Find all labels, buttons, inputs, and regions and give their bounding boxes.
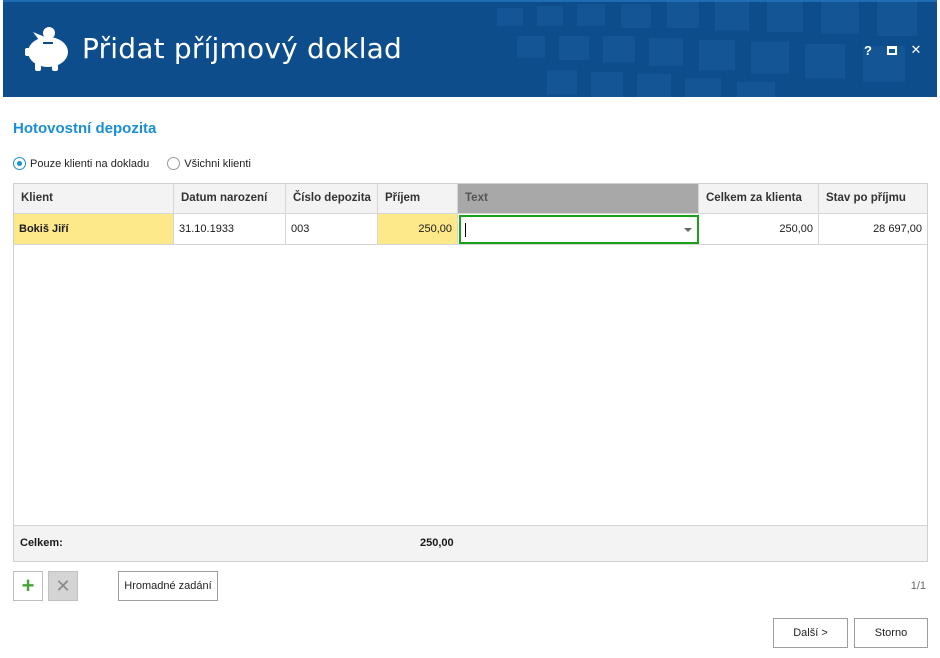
cell-klient[interactable]: Bokiš Jiří — [14, 214, 174, 244]
table-header: Klient Datum narození Číslo depozita Pří… — [14, 184, 927, 214]
column-header-klient[interactable]: Klient — [14, 184, 174, 213]
bulk-entry-button[interactable]: Hromadné zadání — [118, 571, 218, 601]
footer-total-prijem: 250,00 — [420, 537, 454, 549]
maximize-icon — [887, 45, 897, 55]
radio-unselected-icon — [167, 157, 181, 170]
text-combobox-input[interactable] — [459, 215, 699, 244]
radio-label: Pouze klienti na dokladu — [30, 157, 150, 170]
piggy-bank-icon — [25, 27, 68, 71]
deposits-table: Klient Datum narození Číslo depozita Pří… — [13, 183, 928, 562]
close-button[interactable]: ✕ — [909, 42, 923, 58]
column-header-prijem[interactable]: Příjem — [378, 184, 458, 213]
window-header: Přidat příjmový doklad ? ✕ — [3, 0, 937, 97]
radio-only-clients-on-document[interactable]: Pouze klienti na dokladu — [13, 157, 149, 170]
plus-icon: + — [21, 573, 35, 598]
delete-icon: ✕ — [55, 576, 71, 596]
dropdown-arrow-icon[interactable] — [684, 228, 692, 232]
column-header-text[interactable]: Text — [458, 184, 699, 213]
table-footer: Celkem: 250,00 — [14, 525, 927, 561]
next-button[interactable]: Další > — [773, 618, 848, 648]
column-header-cislo[interactable]: Číslo depozita — [286, 184, 378, 213]
section-title: Hotovostní depozita — [13, 120, 157, 137]
client-filter: Pouze klienti na dokladu Všichni klienti — [13, 157, 251, 170]
radio-selected-icon — [13, 157, 26, 170]
column-header-celkem[interactable]: Celkem za klienta — [699, 184, 819, 213]
footer-total-label: Celkem: — [20, 537, 63, 549]
radio-label: Všichni klienti — [184, 157, 251, 170]
column-header-datum[interactable]: Datum narození — [174, 184, 286, 213]
cell-cislo[interactable]: 003 — [286, 214, 378, 244]
cell-prijem[interactable]: 250,00 — [378, 214, 458, 244]
column-header-stav[interactable]: Stav po příjmu — [819, 184, 927, 213]
header-pattern — [497, 2, 917, 97]
cell-datum[interactable]: 31.10.1933 — [174, 214, 286, 244]
maximize-button[interactable] — [885, 42, 899, 58]
page-indicator: 1/1 — [910, 580, 926, 592]
cancel-button[interactable]: Storno — [854, 618, 928, 648]
window-title: Přidat příjmový doklad — [82, 32, 403, 65]
add-row-button[interactable]: + — [13, 571, 43, 601]
cell-stav[interactable]: 28 697,00 — [819, 214, 927, 244]
cell-celkem[interactable]: 250,00 — [699, 214, 819, 244]
help-button[interactable]: ? — [861, 42, 875, 58]
delete-row-button[interactable]: ✕ — [48, 571, 78, 601]
radio-all-clients[interactable]: Všichni klienti — [167, 157, 251, 170]
